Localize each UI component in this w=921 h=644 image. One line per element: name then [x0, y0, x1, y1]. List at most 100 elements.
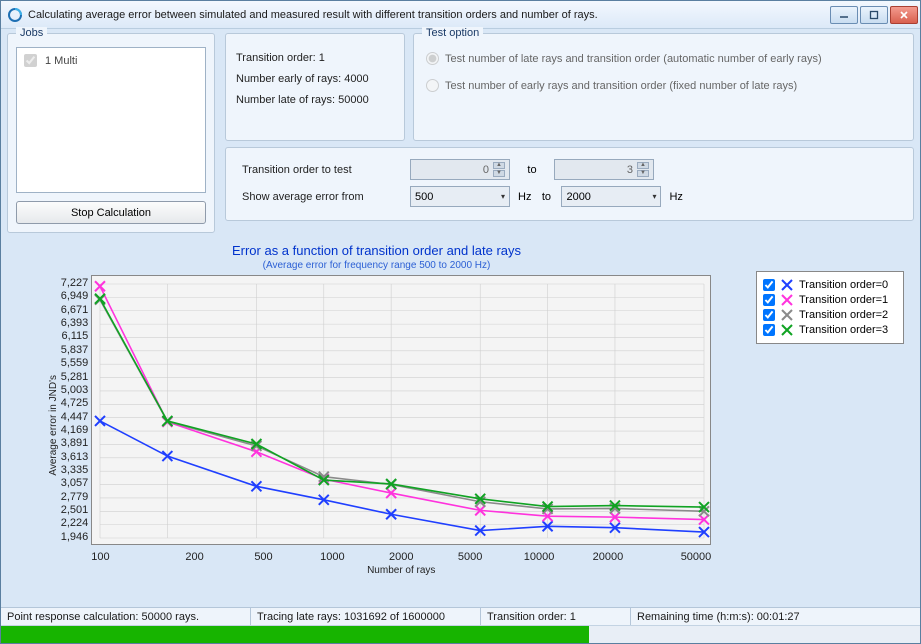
spin-down-icon[interactable]: ▼	[637, 170, 649, 177]
hz-unit-1: Hz	[518, 191, 531, 203]
y-tick: 1,946	[61, 531, 89, 543]
titlebar: Calculating average error between simula…	[1, 1, 920, 29]
jobs-list[interactable]: 1 Multi	[16, 47, 206, 193]
x-tick: 100	[91, 551, 160, 563]
radio-late-rays[interactable]	[426, 52, 439, 65]
status-tracing: Tracing late rays: 1031692 of 1600000	[251, 608, 481, 625]
legend-checkbox[interactable]	[763, 324, 775, 336]
frequency-from-value: 500	[415, 191, 433, 203]
parameters-box: Transition order: 1 Number early of rays…	[225, 33, 405, 141]
test-option-late-rays[interactable]: Test number of late rays and transition …	[426, 52, 905, 65]
chevron-down-icon: ▾	[501, 192, 505, 201]
param-early-rays: Number early of rays: 4000	[236, 69, 394, 90]
y-axis-ticks: 7,2276,9496,6716,3936,1155,8375,5595,281…	[61, 275, 92, 545]
transition-order-label: Transition order to test	[242, 164, 402, 176]
legend-marker	[780, 323, 794, 337]
x-axis-ticks: 100200500100020005000100002000050000	[91, 548, 711, 563]
stop-calculation-button[interactable]: Stop Calculation	[16, 201, 206, 224]
chart-legend: Transition order=0 Transition order=1 Tran…	[756, 271, 904, 344]
app-icon	[7, 7, 23, 23]
legend-marker	[780, 278, 794, 292]
legend-item[interactable]: Transition order=3	[763, 323, 897, 337]
x-tick: 10000	[505, 551, 574, 563]
chart-area: Error as a function of transition order …	[7, 235, 914, 607]
status-remaining-time: Remaining time (h:m:s): 00:01:27	[631, 608, 920, 625]
legend-marker	[780, 293, 794, 307]
y-tick: 6,671	[61, 304, 89, 316]
test-option-early-rays[interactable]: Test number of early rays and transition…	[426, 79, 905, 92]
transition-to-value: 3	[627, 164, 633, 176]
progress-bar	[1, 625, 920, 643]
chart-title: Error as a function of transition order …	[232, 243, 521, 258]
radio-early-rays-label: Test number of early rays and transition…	[445, 80, 797, 92]
close-button[interactable]	[890, 6, 918, 24]
legend-checkbox[interactable]	[763, 279, 775, 291]
hz-unit-2: Hz	[669, 191, 682, 203]
legend-item[interactable]: Transition order=1	[763, 293, 897, 307]
top-row: Jobs 1 Multi Stop Calculation Transition…	[7, 33, 914, 233]
y-tick: 3,613	[61, 451, 89, 463]
legend-label: Transition order=3	[799, 324, 888, 336]
job-label: 1 Multi	[45, 55, 77, 67]
app-window: Calculating average error between simula…	[0, 0, 921, 644]
plot-wrap: Average error in JND's 7,2276,9496,6716,…	[48, 275, 712, 576]
x-axis-label: Number of rays	[91, 565, 711, 576]
spin-up-icon[interactable]: ▲	[493, 162, 505, 169]
chart-subtitle: (Average error for frequency range 500 t…	[263, 260, 491, 271]
y-tick: 4,169	[61, 424, 89, 436]
y-tick: 2,224	[61, 517, 89, 529]
y-tick: 6,949	[61, 290, 89, 302]
content-area: Jobs 1 Multi Stop Calculation Transition…	[1, 29, 920, 607]
jobs-group: Jobs 1 Multi Stop Calculation	[7, 33, 215, 233]
legend-item[interactable]: Transition order=2	[763, 308, 897, 322]
y-axis-label: Average error in JND's	[48, 375, 59, 476]
param-and-option-row: Transition order: 1 Number early of rays…	[225, 33, 914, 141]
chart-block: Error as a function of transition order …	[11, 243, 742, 607]
x-tick: 200	[160, 551, 229, 563]
radio-early-rays[interactable]	[426, 79, 439, 92]
x-tick: 5000	[436, 551, 505, 563]
legend-label: Transition order=2	[799, 309, 888, 321]
y-tick: 5,003	[61, 384, 89, 396]
spin-down-icon[interactable]: ▼	[493, 170, 505, 177]
legend-checkbox[interactable]	[763, 309, 775, 321]
frequency-to-combo[interactable]: 2000 ▾	[561, 186, 661, 207]
frequency-range-row: Show average error from 500 ▾ Hz to 2000…	[234, 183, 905, 210]
y-tick: 3,335	[61, 464, 89, 476]
legend-checkbox[interactable]	[763, 294, 775, 306]
frequency-from-combo[interactable]: 500 ▾	[410, 186, 510, 207]
status-bar: Point response calculation: 50000 rays. …	[1, 607, 920, 625]
x-tick: 50000	[642, 551, 711, 563]
legend-item[interactable]: Transition order=0	[763, 278, 897, 292]
legend-marker	[780, 308, 794, 322]
param-transition-order: Transition order: 1	[236, 48, 394, 69]
x-tick: 20000	[574, 551, 643, 563]
minimize-button[interactable]	[830, 6, 858, 24]
transition-from-spinner[interactable]: 0 ▲▼	[410, 159, 510, 180]
job-checkbox[interactable]	[24, 54, 37, 67]
y-tick: 4,725	[61, 397, 89, 409]
y-tick: 6,393	[61, 317, 89, 329]
spin-up-icon[interactable]: ▲	[637, 162, 649, 169]
y-tick: 3,057	[61, 477, 89, 489]
y-tick: 5,559	[61, 357, 89, 369]
to-label-1: to	[518, 164, 546, 176]
chart-plot	[91, 275, 711, 545]
job-item[interactable]: 1 Multi	[20, 51, 202, 70]
x-tick: 2000	[367, 551, 436, 563]
progress-fill	[1, 626, 589, 643]
to-label-2: to	[539, 191, 553, 203]
y-tick: 6,115	[62, 330, 89, 342]
jobs-group-title: Jobs	[16, 27, 47, 39]
chevron-down-icon: ▾	[652, 192, 656, 201]
transition-order-row: Transition order to test 0 ▲▼ to 3 ▲▼	[234, 156, 905, 183]
frequency-from-label: Show average error from	[242, 191, 402, 203]
transition-to-spinner[interactable]: 3 ▲▼	[554, 159, 654, 180]
y-tick: 2,779	[61, 491, 89, 503]
legend-label: Transition order=1	[799, 294, 888, 306]
frequency-to-value: 2000	[566, 191, 590, 203]
maximize-button[interactable]	[860, 6, 888, 24]
x-tick: 1000	[298, 551, 367, 563]
y-tick: 3,891	[61, 437, 89, 449]
window-buttons	[830, 6, 918, 24]
